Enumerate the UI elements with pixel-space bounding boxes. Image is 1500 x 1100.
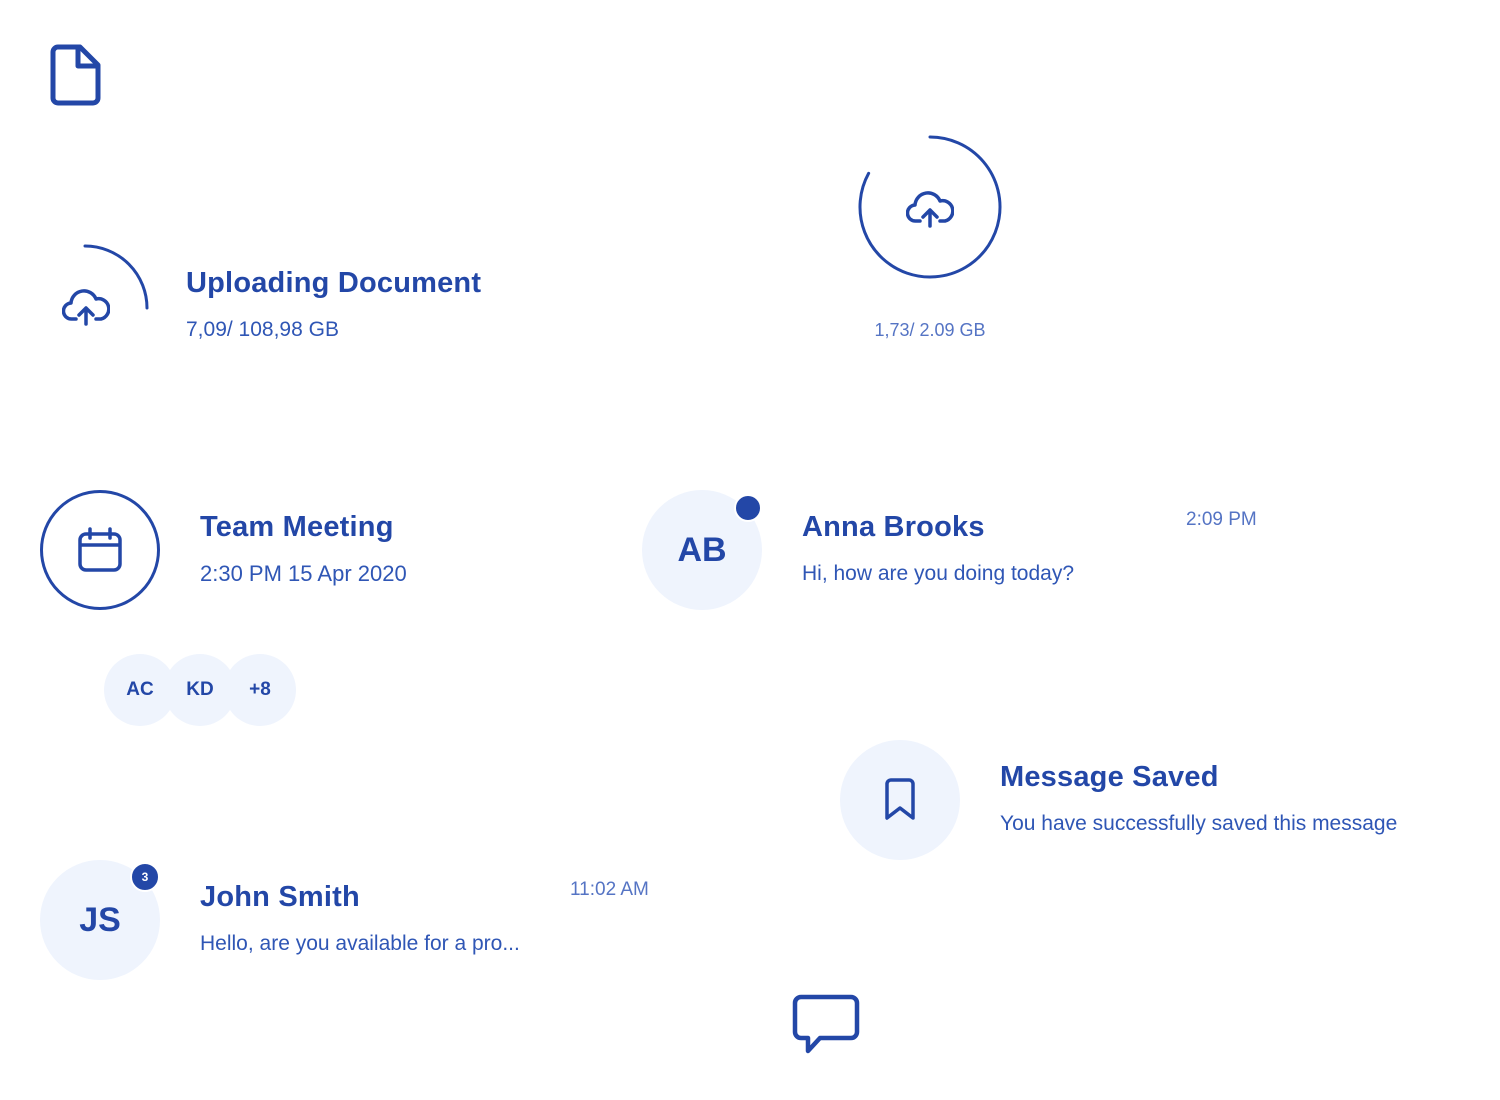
upload-title: Uploading Document (186, 267, 482, 299)
avatar-initials: AB (677, 530, 727, 569)
calendar-icon-circle (40, 490, 160, 610)
calendar-icon (77, 527, 123, 573)
upload-ring-card: 1,73/ 2.09 GB (855, 132, 1005, 352)
cloud-upload-icon (62, 286, 110, 326)
contact-name: Anna Brooks (802, 511, 985, 543)
more-attendees-count: +8 (249, 679, 271, 700)
attendee-initials: KD (186, 679, 214, 700)
message-time: 11:02 AM (570, 879, 649, 900)
attendee-initials: AC (126, 679, 154, 700)
upload-progress-text: 7,09/ 108,98 GB (186, 318, 339, 341)
contact-name: John Smith (200, 881, 360, 913)
upload-ring-progress-text: 1,73/ 2.09 GB (874, 320, 986, 340)
unread-count-badge: 3 (130, 862, 160, 892)
meeting-card[interactable]: Team Meeting 2:30 PM 15 Apr 2020 AC KD +… (40, 490, 560, 730)
message-preview: Hello, are you available for a pro... (200, 932, 520, 955)
toast-message: You have successfully saved this message (1000, 812, 1398, 835)
chat-bubble-icon[interactable] (792, 994, 860, 1056)
message-time: 2:09 PM (1186, 509, 1257, 530)
document-icon[interactable] (50, 44, 102, 106)
meeting-datetime: 2:30 PM 15 Apr 2020 (200, 561, 407, 586)
avatar-initials: JS (79, 900, 121, 939)
online-status-dot (734, 494, 762, 522)
unread-count: 3 (141, 870, 149, 884)
message-saved-toast: Message Saved You have successfully save… (840, 740, 1480, 860)
chat-item-anna[interactable]: AB Anna Brooks Hi, how are you doing tod… (642, 490, 1282, 610)
bookmark-icon (882, 778, 918, 822)
meeting-title: Team Meeting (200, 511, 394, 543)
message-preview: Hi, how are you doing today? (802, 562, 1075, 585)
toast-title: Message Saved (1000, 761, 1219, 793)
more-attendees-badge[interactable]: +8 (224, 654, 296, 726)
cloud-upload-icon[interactable] (906, 188, 954, 228)
chat-item-john[interactable]: JS 3 John Smith Hello, are you available… (40, 860, 680, 980)
bookmark-icon-circle (840, 740, 960, 860)
upload-progress-card: Uploading Document 7,09/ 108,98 GB (40, 230, 560, 360)
